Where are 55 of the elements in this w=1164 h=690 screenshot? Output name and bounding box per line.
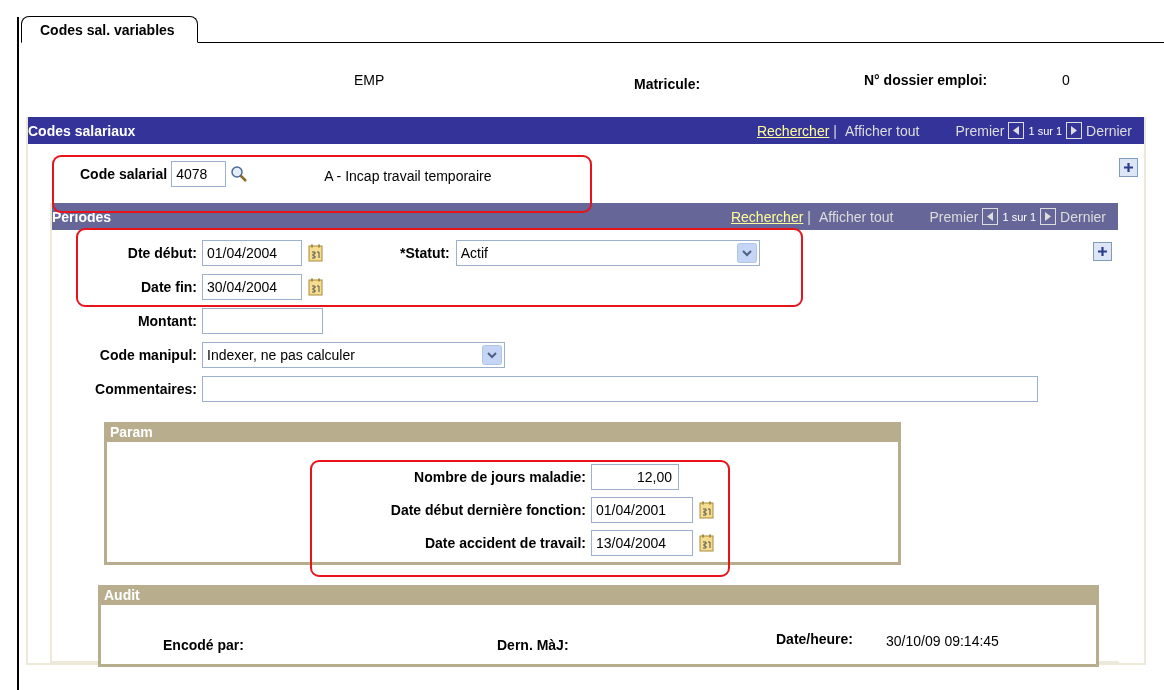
number-field[interactable]: 12,00 <box>591 464 679 490</box>
first-link[interactable]: Premier <box>929 208 979 225</box>
field-label: Nombre de jours maladie: <box>413 469 586 485</box>
date-field[interactable]: 01/04/2001 <box>591 497 693 523</box>
plus-icon <box>1097 246 1108 257</box>
page-position: 1 sur 1 <box>1028 124 1063 137</box>
date-field[interactable]: 01/04/2004 <box>202 240 302 266</box>
field-label: Date/heure: <box>776 631 855 647</box>
calendar-icon[interactable] <box>699 501 715 519</box>
show-all-link[interactable]: Afficher tout <box>819 208 894 225</box>
separator: | <box>833 122 837 139</box>
last-link[interactable]: Dernier <box>1086 122 1132 139</box>
field-label: Code manipul: <box>98 347 197 363</box>
field-value: 30/10/09 09:14:45 <box>886 633 999 649</box>
add-row-button[interactable] <box>1119 158 1138 177</box>
field-label: Code salarial <box>80 165 168 182</box>
group-title: Param <box>107 422 898 442</box>
page-position: 1 sur 1 <box>1002 210 1037 223</box>
last-link[interactable]: Dernier <box>1060 208 1106 225</box>
field-label: Date accident de travail: <box>423 535 586 551</box>
separator: | <box>807 208 811 225</box>
code-description: A - Incap travail temporaire <box>324 166 492 184</box>
dropdown-field[interactable]: Indexer, ne pas calculer <box>202 342 505 368</box>
calendar-icon[interactable] <box>308 278 324 296</box>
matricule-label: Matricule: <box>634 75 702 92</box>
search-icon[interactable] <box>230 164 249 183</box>
dossier-label: N° dossier emploi: <box>864 72 989 88</box>
search-link[interactable]: Rechercher <box>730 208 804 225</box>
field-label: Montant: <box>136 313 197 329</box>
field-label: Date fin: <box>140 279 197 295</box>
tab[interactable]: Codes sal. variables <box>21 16 198 43</box>
section-title: Périodes <box>52 208 113 225</box>
search-link[interactable]: Rechercher <box>756 122 830 139</box>
field-label: Dte début: <box>126 245 197 261</box>
input-field[interactable] <box>202 308 323 334</box>
input-field[interactable]: 4078 <box>171 160 227 187</box>
input-field[interactable] <box>202 376 1038 402</box>
plus-icon <box>1123 162 1134 173</box>
section-title: Codes salariaux <box>28 122 137 139</box>
dossier-value: 0 <box>1062 72 1071 88</box>
field-label: Dern. MàJ: <box>497 637 570 653</box>
field-label: *Statut: <box>400 245 450 261</box>
add-row-button[interactable] <box>1093 242 1112 261</box>
status-dropdown[interactable]: Actif <box>455 240 760 266</box>
field-label: Commentaires: <box>94 381 197 397</box>
calendar-icon[interactable] <box>308 244 324 262</box>
show-all-link[interactable]: Afficher tout <box>845 122 920 139</box>
group-title: Audit <box>101 585 1096 605</box>
field-label: Encodé par: <box>163 637 245 653</box>
first-link[interactable]: Premier <box>955 122 1005 139</box>
field-label: Date début dernière fonction: <box>389 502 586 518</box>
calendar-icon[interactable] <box>699 534 715 552</box>
employee-name: EMP <box>354 72 386 88</box>
date-field[interactable]: 13/04/2004 <box>591 530 693 556</box>
date-field[interactable]: 30/04/2004 <box>202 274 302 300</box>
